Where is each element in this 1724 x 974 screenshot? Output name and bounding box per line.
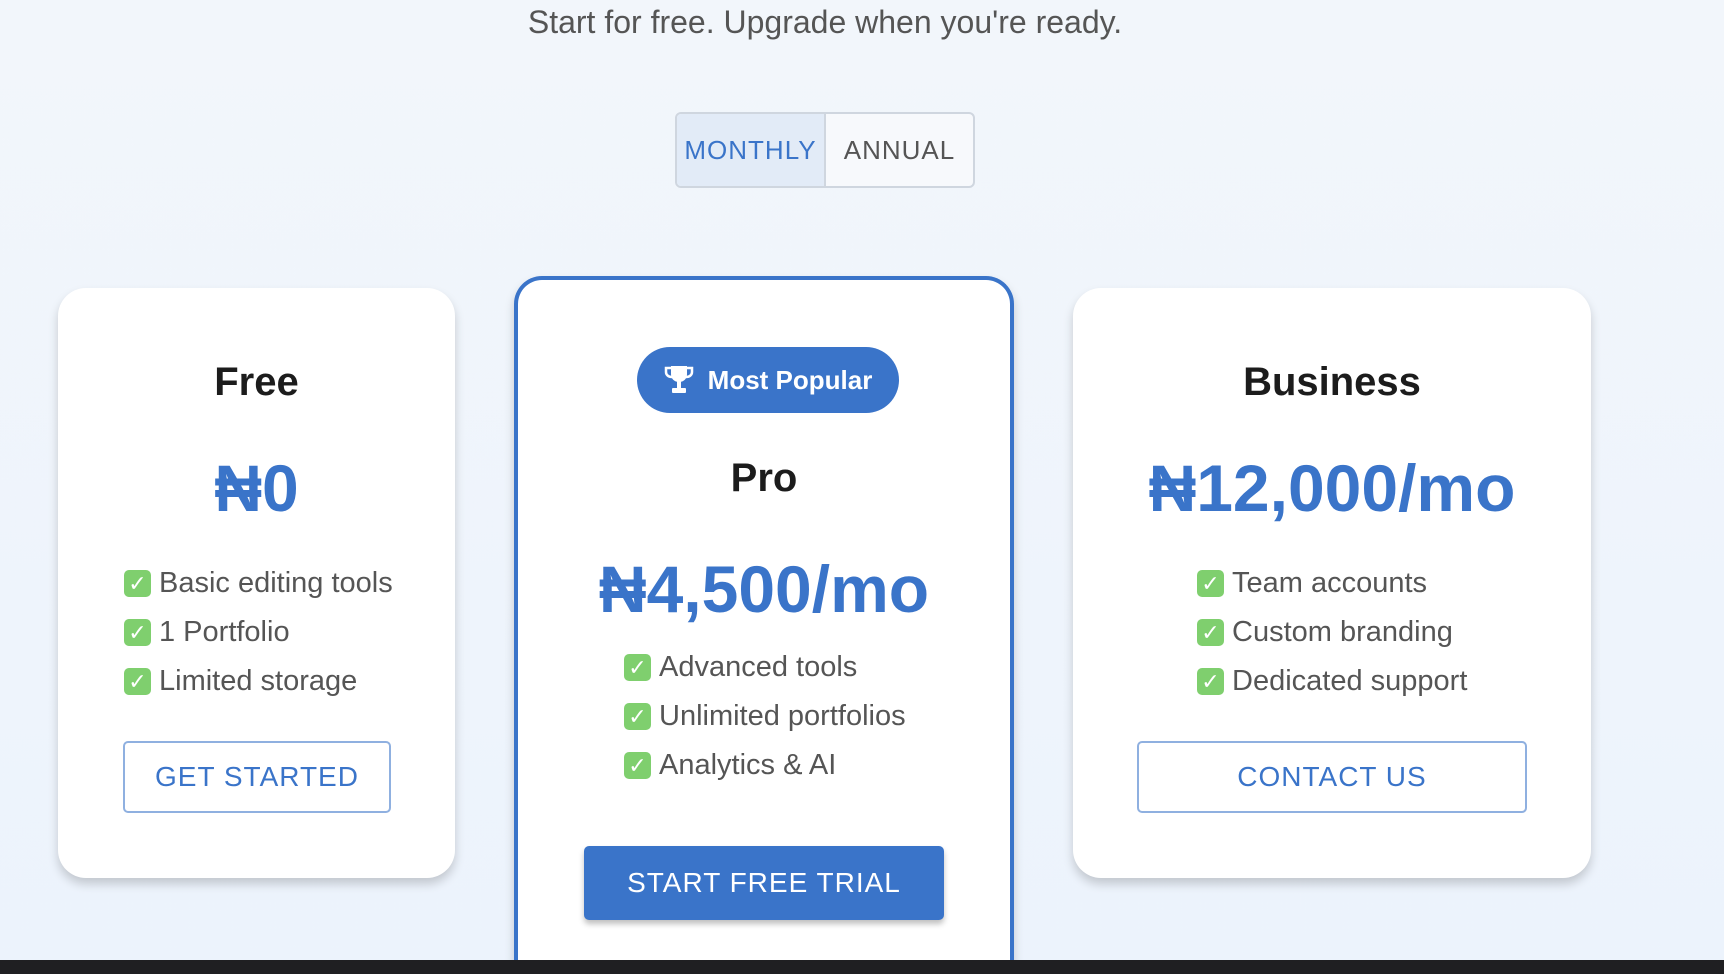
billing-toggle: MONTHLY ANNUAL: [675, 112, 975, 188]
checkmark-icon: ✓: [1197, 668, 1224, 695]
checkmark-icon: ✓: [1197, 570, 1224, 597]
feature-label: Analytics & AI: [659, 749, 837, 781]
feature-label: Dedicated support: [1232, 665, 1468, 697]
trophy-icon: [664, 366, 693, 393]
monthly-toggle-button[interactable]: MONTHLY: [677, 114, 826, 186]
plan-card-business: Business ₦12,000/mo ✓ Team accounts ✓ Cust…: [1073, 288, 1591, 878]
page-subtitle: Start for free. Upgrade when you're read…: [527, 4, 1123, 40]
checkmark-icon: ✓: [624, 752, 651, 779]
feature-label: Advanced tools: [659, 651, 858, 683]
feature-label: 1 Portfolio: [159, 616, 290, 648]
feature-list: ✓ Team accounts ✓ Custom branding ✓ Dedicat…: [1197, 559, 1467, 706]
plan-price: ₦4,500/mo: [598, 552, 930, 626]
badge-label: Most Popular: [707, 364, 873, 395]
plan-name: Business: [1243, 360, 1421, 404]
plan-price: ₦12,000/mo: [1148, 451, 1516, 525]
checkmark-icon: ✓: [624, 654, 651, 681]
checkmark-icon: ✓: [124, 570, 151, 597]
start-free-trial-button[interactable]: START FREE TRIAL: [584, 846, 944, 920]
feature-item: ✓ Dedicated support: [1197, 657, 1467, 706]
feature-item: ✓ Basic editing tools: [124, 559, 393, 608]
feature-label: Unlimited portfolios: [659, 700, 906, 732]
feature-list: ✓ Basic editing tools ✓ 1 Portfolio ✓ Limit…: [124, 559, 393, 706]
feature-label: Team accounts: [1232, 567, 1428, 599]
feature-label: Basic editing tools: [159, 567, 393, 599]
most-popular-badge: Most Popular: [637, 347, 899, 413]
annual-toggle-button[interactable]: ANNUAL: [826, 114, 973, 186]
feature-item: ✓ Team accounts: [1197, 559, 1467, 608]
feature-item: ✓ 1 Portfolio: [124, 608, 393, 657]
feature-item: ✓ Unlimited portfolios: [624, 692, 906, 741]
checkmark-icon: ✓: [1197, 619, 1224, 646]
bottom-status-bar: [0, 960, 1724, 974]
checkmark-icon: ✓: [124, 619, 151, 646]
plan-price: ₦0: [214, 451, 299, 525]
plan-name: Free: [214, 360, 299, 404]
feature-label: Limited storage: [159, 665, 358, 697]
checkmark-icon: ✓: [124, 668, 151, 695]
plan-card-pro: Most Popular Pro ₦4,500/mo ✓ Advanced too…: [514, 276, 1014, 974]
feature-item: ✓ Analytics & AI: [624, 741, 906, 790]
feature-item: ✓ Advanced tools: [624, 643, 906, 692]
feature-item: ✓ Custom branding: [1197, 608, 1467, 657]
feature-item: ✓ Limited storage: [124, 657, 393, 706]
plan-card-free: Free ₦0 ✓ Basic editing tools ✓ 1 Portfoli…: [58, 288, 455, 878]
contact-us-button[interactable]: CONTACT US: [1137, 741, 1527, 813]
feature-list: ✓ Advanced tools ✓ Unlimited portfolios ✓ A…: [624, 643, 906, 790]
plan-name: Pro: [730, 456, 798, 500]
get-started-button[interactable]: GET STARTED: [123, 741, 391, 813]
feature-label: Custom branding: [1232, 616, 1453, 648]
checkmark-icon: ✓: [624, 703, 651, 730]
